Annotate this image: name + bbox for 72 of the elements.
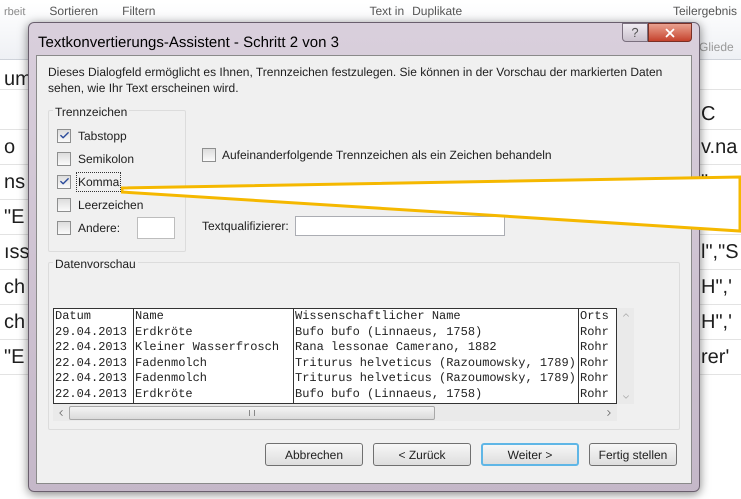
grip-icon (249, 410, 255, 416)
preview-cell-text: 22.04.2013 (55, 386, 128, 403)
checkbox[interactable] (57, 152, 71, 166)
ribbon-label: Filtern (122, 3, 156, 20)
preview-cell-text: Fadenmolch (135, 356, 208, 372)
sheet-cell-text: "E (3, 205, 26, 230)
dialog-button[interactable]: Abbrechen (265, 443, 363, 466)
preview-cell-text: Name (135, 309, 165, 325)
close-button[interactable] (648, 23, 692, 42)
dialog-button[interactable]: Weiter > (481, 443, 579, 466)
preview-cell-text: Kleiner Wasserfrosch (135, 340, 280, 356)
sheet-cell-text: C (701, 102, 716, 127)
field-label: Textqualifizierer: (202, 218, 289, 235)
preview-cell-text: Rohr (580, 356, 610, 372)
sheet-cell-text: v.na (701, 135, 738, 160)
preview-cell-text: Bufo bufo (Linnaeus, 1758) (295, 386, 484, 403)
preview-cell-text: Rana lessonae Camerano, 1882 (295, 340, 498, 356)
window-title: Textkonvertierungs-Assistent - Schritt 2 von 3 (38, 33, 339, 53)
preview-cell-text: 22.04.2013 (55, 356, 128, 372)
ribbon-label: Gliede (699, 39, 735, 56)
checkbox-label[interactable]: Semikolon (76, 150, 136, 168)
qualifier-dropdown[interactable] (294, 216, 505, 236)
preview-cell-text: Datum (55, 309, 92, 325)
ribbon-label: Teilergebnis (672, 3, 737, 20)
checkmark-icon (58, 176, 70, 187)
preview-cell-text: Wissenschaftlicher Name (295, 309, 462, 325)
dialog-button[interactable]: Fertig stellen (589, 443, 677, 466)
checkbox-label[interactable]: Leerzeichen (76, 196, 146, 214)
checkbox[interactable] (57, 128, 71, 142)
sheet-cell-text: ıss (3, 240, 31, 265)
preview-cell-text: Erdkröte (135, 386, 194, 403)
sheet-cell-text: rer' (701, 345, 730, 370)
preview-cell-text: Erdkröte (135, 324, 194, 340)
preview-cell-text: Rohr (580, 324, 610, 340)
preview-cell-text: 22.04.2013 (55, 340, 128, 356)
checkbox-label[interactable]: Komma (76, 172, 122, 192)
sheet-cell-text: H",' (701, 310, 733, 335)
sheet-cell-text: o (3, 135, 16, 160)
preview-cell-text: Rohr (580, 371, 610, 387)
checkbox[interactable] (57, 220, 71, 234)
checkmark-icon (58, 130, 70, 141)
checkbox[interactable] (57, 198, 71, 212)
preview-cell-text: Orts (580, 309, 610, 325)
sheet-cell-text: H",' (701, 275, 733, 300)
preview-cell-text: Rohr (580, 386, 610, 403)
sheet-cell-text: "E (3, 345, 26, 370)
checkbox-label[interactable]: Andere: (76, 218, 122, 236)
ribbon-label: rbeit (4, 5, 26, 20)
preview-cell-text: Rohr (580, 340, 610, 356)
preview-cell-text: 29.04.2013 (55, 324, 128, 340)
scroll-thumb[interactable] (69, 406, 435, 420)
preview-cell-text: Bufo bufo (Linnaeus, 1758) (295, 324, 484, 340)
preview-cell-text: Triturus helveticus (Razoumowsky, 1789) (295, 356, 577, 372)
preview-cell-text: 22.04.2013 (55, 371, 128, 387)
sheet-cell-text: ch (3, 310, 26, 335)
sheet-cell-text: ns (3, 170, 26, 195)
ribbon-label: Sortieren (49, 3, 98, 20)
checkbox-label[interactable]: Aufeinanderfolgende Trennzeichen als ein Zeichen behandeln (222, 146, 552, 164)
dialog-button[interactable]: < Zurück (373, 443, 471, 466)
checkbox[interactable] (202, 148, 216, 162)
checkbox[interactable] (57, 174, 71, 188)
dialog-description: Dieses Dialogfeld ermöglicht es Ihnen, Trennzeichen festzulegen. Sie können in der Vorschau der markierten Daten sehen, wie Ihr Text erscheinen wird. (48, 64, 664, 96)
sheet-cell-text: ch (3, 275, 26, 300)
close-icon (663, 26, 677, 40)
ribbon-label: Text in (369, 3, 404, 20)
sheet-cell-text: l","S (701, 240, 740, 265)
other-delimiter-field[interactable] (137, 216, 176, 238)
checkbox-label[interactable]: Tabstopp (76, 126, 129, 144)
preview-cell-text: Fadenmolch (135, 371, 208, 387)
ribbon-label: Duplikate (412, 3, 462, 20)
help-button[interactable]: ? (622, 23, 648, 42)
preview-cell-text: Triturus helveticus (Razoumowsky, 1789) (295, 371, 577, 387)
